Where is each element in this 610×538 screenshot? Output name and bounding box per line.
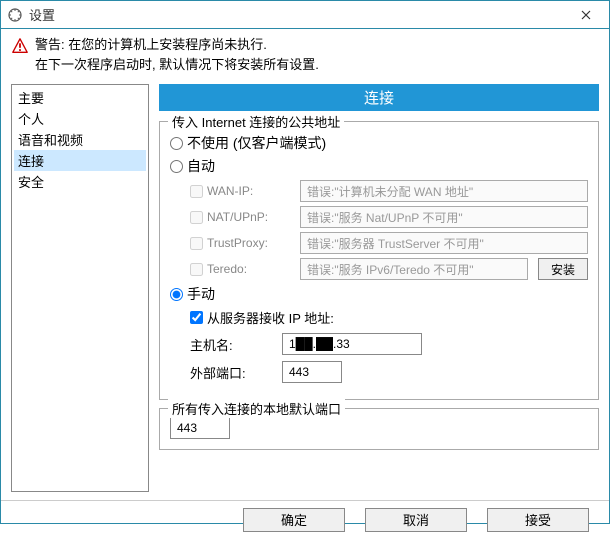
sidebar-item-personal[interactable]: 个人 — [14, 108, 146, 129]
recv-from-server-checkbox[interactable] — [190, 311, 203, 324]
radio-not-use-input[interactable] — [170, 137, 183, 150]
sidebar-item-security[interactable]: 安全 — [14, 171, 146, 192]
radio-not-use-label: 不使用 (仅客户端模式) — [187, 133, 326, 153]
app-icon — [7, 7, 23, 23]
incoming-legend: 传入 Internet 连接的公共地址 — [168, 112, 344, 131]
recv-from-server-row[interactable]: 从服务器接收 IP 地址: — [190, 308, 588, 327]
warning-icon — [11, 37, 29, 55]
teredo-label: Teredo: — [207, 262, 247, 276]
ok-button[interactable]: 确定 — [243, 508, 345, 532]
install-button[interactable]: 安装 — [538, 258, 588, 280]
wan-ip-row[interactable]: WAN-IP: — [190, 184, 290, 198]
teredo-row[interactable]: Teredo: — [190, 262, 290, 276]
incoming-fieldset: 传入 Internet 连接的公共地址 不使用 (仅客户端模式) 自动 WAN-… — [159, 121, 599, 400]
trustproxy-checkbox — [190, 237, 203, 250]
radio-not-use[interactable]: 不使用 (仅客户端模式) — [170, 133, 588, 153]
warning-line1: 警告: 在您的计算机上安装程序尚未执行. — [35, 35, 319, 55]
radio-auto[interactable]: 自动 — [170, 156, 588, 176]
ext-port-label: 外部端口: — [190, 363, 272, 382]
wan-ip-field — [300, 180, 588, 202]
accept-button[interactable]: 接受 — [487, 508, 589, 532]
trustproxy-field — [300, 232, 588, 254]
nat-upnp-checkbox — [190, 211, 203, 224]
cancel-button[interactable]: 取消 — [365, 508, 467, 532]
wan-ip-label: WAN-IP: — [207, 184, 253, 198]
ext-port-field[interactable] — [282, 361, 342, 383]
nat-upnp-field — [300, 206, 588, 228]
nat-upnp-label: NAT/UPnP: — [207, 210, 268, 224]
warning-bar: 警告: 在您的计算机上安装程序尚未执行. 在下一次程序启动时, 默认情况下将安装… — [1, 29, 609, 80]
sidebar-item-voice-video[interactable]: 语音和视频 — [14, 129, 146, 150]
sidebar-item-main[interactable]: 主要 — [14, 87, 146, 108]
default-port-fieldset: 所有传入连接的本地默认端口 — [159, 408, 599, 450]
wan-ip-checkbox — [190, 185, 203, 198]
radio-manual-input[interactable] — [170, 288, 183, 301]
radio-manual[interactable]: 手动 — [170, 284, 588, 304]
default-port-legend: 所有传入连接的本地默认端口 — [168, 399, 345, 418]
hostname-field[interactable] — [282, 333, 422, 355]
radio-auto-label: 自动 — [187, 156, 215, 176]
hostname-label: 主机名: — [190, 335, 272, 354]
close-button[interactable] — [563, 1, 609, 29]
nat-upnp-row[interactable]: NAT/UPnP: — [190, 210, 290, 224]
radio-manual-label: 手动 — [187, 284, 215, 304]
teredo-field — [300, 258, 528, 280]
recv-from-server-label: 从服务器接收 IP 地址: — [207, 308, 334, 327]
window-title: 设置 — [29, 5, 563, 24]
sidebar-item-connection[interactable]: 连接 — [14, 150, 146, 171]
trustproxy-label: TrustProxy: — [207, 236, 268, 250]
warning-line2: 在下一次程序启动时, 默认情况下将安装所有设置. — [35, 55, 319, 75]
section-header: 连接 — [159, 84, 599, 111]
default-port-field[interactable] — [170, 417, 230, 439]
sidebar: 主要 个人 语音和视频 连接 安全 — [11, 84, 149, 492]
teredo-checkbox — [190, 263, 203, 276]
trustproxy-row[interactable]: TrustProxy: — [190, 236, 290, 250]
radio-auto-input[interactable] — [170, 160, 183, 173]
